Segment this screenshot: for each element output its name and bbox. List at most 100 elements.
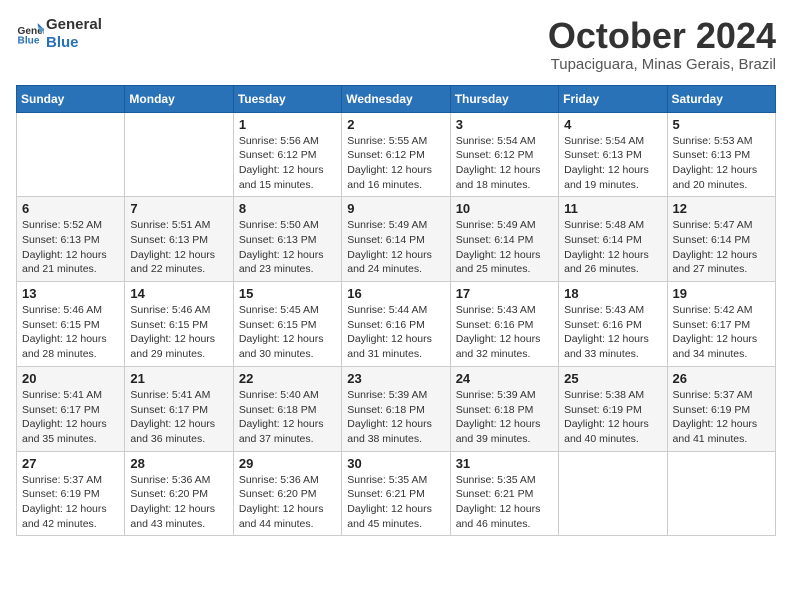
day-info: Sunrise: 5:54 AMSunset: 6:13 PMDaylight:… bbox=[564, 134, 661, 193]
day-number: 16 bbox=[347, 286, 444, 301]
day-number: 20 bbox=[22, 371, 119, 386]
day-info: Sunrise: 5:39 AMSunset: 6:18 PMDaylight:… bbox=[456, 388, 553, 447]
day-number: 27 bbox=[22, 456, 119, 471]
calendar-cell: 2 Sunrise: 5:55 AMSunset: 6:12 PMDaylight… bbox=[342, 112, 450, 197]
calendar-cell: 28 Sunrise: 5:36 AMSunset: 6:20 PMDayligh… bbox=[125, 451, 233, 536]
day-number: 6 bbox=[22, 201, 119, 216]
calendar-cell: 18 Sunrise: 5:43 AMSunset: 6:16 PMDayligh… bbox=[559, 282, 667, 367]
day-number: 19 bbox=[673, 286, 770, 301]
calendar-week-3: 20Sunrise: 5:41 AMSunset: 6:17 PMDayligh… bbox=[17, 366, 776, 451]
day-number: 11 bbox=[564, 201, 661, 216]
day-number: 30 bbox=[347, 456, 444, 471]
day-number: 3 bbox=[456, 117, 553, 132]
day-number: 12 bbox=[673, 201, 770, 216]
calendar-cell: 21Sunrise: 5:41 AMSunset: 6:17 PMDayligh… bbox=[125, 366, 233, 451]
day-number: 14 bbox=[130, 286, 227, 301]
calendar-cell: 14 Sunrise: 5:46 AMSunset: 6:15 PMDayligh… bbox=[125, 282, 233, 367]
col-header-monday: Monday bbox=[125, 85, 233, 112]
calendar-table: SundayMondayTuesdayWednesdayThursdayFrid… bbox=[16, 85, 776, 537]
day-info: Sunrise: 5:50 AMSunset: 6:13 PMDaylight:… bbox=[239, 218, 336, 277]
day-number: 1 bbox=[239, 117, 336, 132]
day-info: Sunrise: 5:55 AMSunset: 6:12 PMDaylight:… bbox=[347, 134, 444, 193]
calendar-week-1: 6 Sunrise: 5:52 AMSunset: 6:13 PMDaylight… bbox=[17, 197, 776, 282]
svg-text:Blue: Blue bbox=[18, 35, 40, 46]
calendar-cell: 20Sunrise: 5:41 AMSunset: 6:17 PMDayligh… bbox=[17, 366, 125, 451]
calendar-cell: 11 Sunrise: 5:48 AMSunset: 6:14 PMDayligh… bbox=[559, 197, 667, 282]
calendar-cell: 7 Sunrise: 5:51 AMSunset: 6:13 PMDaylight… bbox=[125, 197, 233, 282]
col-header-sunday: Sunday bbox=[17, 85, 125, 112]
calendar-cell: 9Sunrise: 5:49 AMSunset: 6:14 PMDaylight… bbox=[342, 197, 450, 282]
calendar-cell: 1 Sunrise: 5:56 AMSunset: 6:12 PMDaylight… bbox=[233, 112, 341, 197]
page-header: General Blue General Blue October 2024 T… bbox=[16, 16, 776, 73]
day-number: 17 bbox=[456, 286, 553, 301]
page-title: October 2024 bbox=[548, 16, 776, 56]
calendar-cell bbox=[125, 112, 233, 197]
day-number: 22 bbox=[239, 371, 336, 386]
calendar-cell: 22 Sunrise: 5:40 AMSunset: 6:18 PMDayligh… bbox=[233, 366, 341, 451]
calendar-cell: 31 Sunrise: 5:35 AMSunset: 6:21 PMDayligh… bbox=[450, 451, 558, 536]
logo-icon: General Blue bbox=[16, 20, 44, 48]
day-number: 13 bbox=[22, 286, 119, 301]
day-number: 25 bbox=[564, 371, 661, 386]
col-header-wednesday: Wednesday bbox=[342, 85, 450, 112]
day-info: Sunrise: 5:52 AMSunset: 6:13 PMDaylight:… bbox=[22, 218, 119, 277]
day-number: 23 bbox=[347, 371, 444, 386]
day-info: Sunrise: 5:38 AMSunset: 6:19 PMDaylight:… bbox=[564, 388, 661, 447]
calendar-cell: 13Sunrise: 5:46 AMSunset: 6:15 PMDayligh… bbox=[17, 282, 125, 367]
day-number: 10 bbox=[456, 201, 553, 216]
col-header-thursday: Thursday bbox=[450, 85, 558, 112]
calendar-week-4: 27 Sunrise: 5:37 AMSunset: 6:19 PMDayligh… bbox=[17, 451, 776, 536]
day-number: 7 bbox=[130, 201, 227, 216]
day-number: 9 bbox=[347, 201, 444, 216]
day-info: Sunrise: 5:37 AMSunset: 6:19 PMDaylight:… bbox=[22, 473, 119, 532]
day-info: Sunrise: 5:56 AMSunset: 6:12 PMDaylight:… bbox=[239, 134, 336, 193]
logo-line1: General bbox=[46, 16, 102, 34]
day-info: Sunrise: 5:36 AMSunset: 6:20 PMDaylight:… bbox=[130, 473, 227, 532]
day-number: 29 bbox=[239, 456, 336, 471]
day-info: Sunrise: 5:46 AMSunset: 6:15 PMDaylight:… bbox=[130, 303, 227, 362]
day-number: 24 bbox=[456, 371, 553, 386]
calendar-cell: 17 Sunrise: 5:43 AMSunset: 6:16 PMDayligh… bbox=[450, 282, 558, 367]
day-info: Sunrise: 5:43 AMSunset: 6:16 PMDaylight:… bbox=[456, 303, 553, 362]
calendar-cell: 4Sunrise: 5:54 AMSunset: 6:13 PMDaylight… bbox=[559, 112, 667, 197]
calendar-cell: 10 Sunrise: 5:49 AMSunset: 6:14 PMDayligh… bbox=[450, 197, 558, 282]
day-info: Sunrise: 5:42 AMSunset: 6:17 PMDaylight:… bbox=[673, 303, 770, 362]
day-info: Sunrise: 5:39 AMSunset: 6:18 PMDaylight:… bbox=[347, 388, 444, 447]
calendar-cell: 5 Sunrise: 5:53 AMSunset: 6:13 PMDaylight… bbox=[667, 112, 775, 197]
day-info: Sunrise: 5:48 AMSunset: 6:14 PMDaylight:… bbox=[564, 218, 661, 277]
day-info: Sunrise: 5:53 AMSunset: 6:13 PMDaylight:… bbox=[673, 134, 770, 193]
day-number: 31 bbox=[456, 456, 553, 471]
day-info: Sunrise: 5:49 AMSunset: 6:14 PMDaylight:… bbox=[456, 218, 553, 277]
day-info: Sunrise: 5:35 AMSunset: 6:21 PMDaylight:… bbox=[347, 473, 444, 532]
day-info: Sunrise: 5:35 AMSunset: 6:21 PMDaylight:… bbox=[456, 473, 553, 532]
day-number: 18 bbox=[564, 286, 661, 301]
calendar-cell bbox=[17, 112, 125, 197]
day-number: 21 bbox=[130, 371, 227, 386]
day-info: Sunrise: 5:40 AMSunset: 6:18 PMDaylight:… bbox=[239, 388, 336, 447]
calendar-cell: 8Sunrise: 5:50 AMSunset: 6:13 PMDaylight… bbox=[233, 197, 341, 282]
calendar-cell: 6 Sunrise: 5:52 AMSunset: 6:13 PMDaylight… bbox=[17, 197, 125, 282]
day-info: Sunrise: 5:45 AMSunset: 6:15 PMDaylight:… bbox=[239, 303, 336, 362]
calendar-cell bbox=[667, 451, 775, 536]
calendar-cell: 24 Sunrise: 5:39 AMSunset: 6:18 PMDayligh… bbox=[450, 366, 558, 451]
calendar-week-0: 1 Sunrise: 5:56 AMSunset: 6:12 PMDaylight… bbox=[17, 112, 776, 197]
page-subtitle: Tupaciguara, Minas Gerais, Brazil bbox=[548, 56, 776, 73]
calendar-header: SundayMondayTuesdayWednesdayThursdayFrid… bbox=[17, 85, 776, 112]
calendar-cell: 12Sunrise: 5:47 AMSunset: 6:14 PMDayligh… bbox=[667, 197, 775, 282]
logo: General Blue General Blue bbox=[16, 16, 102, 52]
day-number: 28 bbox=[130, 456, 227, 471]
day-info: Sunrise: 5:37 AMSunset: 6:19 PMDaylight:… bbox=[673, 388, 770, 447]
day-info: Sunrise: 5:51 AMSunset: 6:13 PMDaylight:… bbox=[130, 218, 227, 277]
day-number: 2 bbox=[347, 117, 444, 132]
calendar-cell: 27 Sunrise: 5:37 AMSunset: 6:19 PMDayligh… bbox=[17, 451, 125, 536]
calendar-cell: 25 Sunrise: 5:38 AMSunset: 6:19 PMDayligh… bbox=[559, 366, 667, 451]
logo-line2: Blue bbox=[46, 34, 102, 52]
day-number: 5 bbox=[673, 117, 770, 132]
calendar-cell: 30 Sunrise: 5:35 AMSunset: 6:21 PMDayligh… bbox=[342, 451, 450, 536]
calendar-cell: 19 Sunrise: 5:42 AMSunset: 6:17 PMDayligh… bbox=[667, 282, 775, 367]
calendar-cell: 29Sunrise: 5:36 AMSunset: 6:20 PMDayligh… bbox=[233, 451, 341, 536]
title-block: October 2024 Tupaciguara, Minas Gerais, … bbox=[548, 16, 776, 73]
day-info: Sunrise: 5:43 AMSunset: 6:16 PMDaylight:… bbox=[564, 303, 661, 362]
day-info: Sunrise: 5:54 AMSunset: 6:12 PMDaylight:… bbox=[456, 134, 553, 193]
calendar-cell: 15Sunrise: 5:45 AMSunset: 6:15 PMDayligh… bbox=[233, 282, 341, 367]
